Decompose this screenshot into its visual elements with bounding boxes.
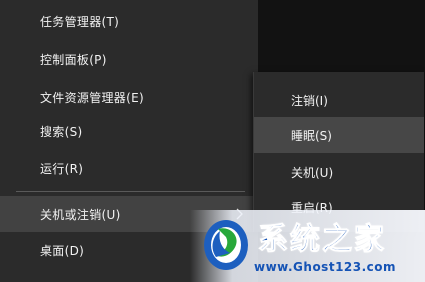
shutdown-submenu: 注销(I) 睡眠(S) 关机(U) 重启(R) [253,72,424,232]
submenu-item-label: 睡眠(S) [291,128,332,143]
menu-item-label: 桌面(D) [40,243,85,258]
watermark-title: 系统之家 [258,222,386,258]
submenu-item-sign-out[interactable]: 注销(I) [254,82,424,118]
menu-divider [16,191,245,192]
menu-item-file-explorer[interactable]: 文件资源管理器(E) [0,79,258,115]
menu-item-search[interactable]: 搜索(S) [0,113,258,149]
menu-item-label: 文件资源管理器(E) [40,90,144,105]
site-watermark: 系统之家 www.Ghost123.com [190,210,425,282]
menu-item-label: 搜索(S) [40,124,83,139]
menu-item-label: 控制面板(P) [40,52,107,67]
submenu-item-label: 关机(U) [291,165,334,180]
menu-item-label: 关机或注销(U) [40,207,121,222]
submenu-item-sleep[interactable]: 睡眠(S) [254,117,424,153]
submenu-item-label: 注销(I) [291,93,328,108]
site-logo-icon [204,220,248,270]
menu-item-label: 任务管理器(T) [40,14,120,29]
watermark-url: www.Ghost123.com [254,260,397,274]
menu-item-run[interactable]: 运行(R) [0,150,258,186]
menu-item-task-manager[interactable]: 任务管理器(T) [0,3,258,39]
submenu-item-shut-down[interactable]: 关机(U) [254,154,424,190]
menu-item-label: 运行(R) [40,161,84,176]
menu-item-control-panel[interactable]: 控制面板(P) [0,41,258,77]
